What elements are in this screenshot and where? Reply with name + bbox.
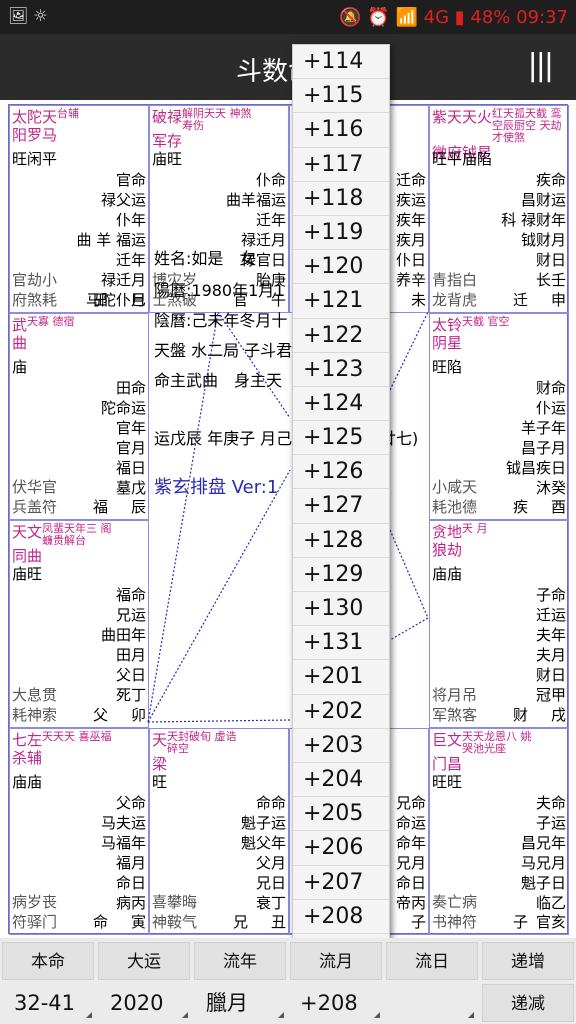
dropdown-option[interactable]: +203 [293, 729, 389, 763]
dropdown-arrow-icon [86, 1012, 92, 1018]
dropdown-option[interactable]: +120 [293, 250, 389, 285]
dropdown-option[interactable]: +115 [293, 79, 389, 114]
dropdown-arrow-icon [182, 1012, 188, 1018]
san-fang-lines [147, 310, 429, 723]
liuyue-dropdown-list[interactable]: +114 +115 +116 +117 +118 +119 +120 +121 +122 +123… [292, 44, 390, 958]
dropdown-option[interactable]: +204 [293, 763, 389, 798]
dropdown-arrow-icon [468, 1012, 474, 1018]
dropdown-option[interactable]: +121 [293, 284, 389, 319]
dropdown-option[interactable]: +208 [293, 900, 389, 934]
dropdown-option[interactable]: +125 [293, 421, 389, 456]
month-select[interactable]: 臘月 [206, 984, 286, 1022]
dropdown-option[interactable]: +118 [293, 182, 389, 216]
dropdown-option[interactable]: +131 [293, 626, 389, 661]
liuri-select[interactable] [394, 984, 476, 1022]
liunian-button[interactable]: 流年 [194, 942, 286, 980]
dropdown-option[interactable]: +114 [293, 45, 389, 80]
dayun-button[interactable]: 大运 [98, 942, 190, 980]
liuri-button[interactable]: 流日 [386, 942, 478, 980]
year-select[interactable]: 2020 [110, 984, 190, 1022]
dropdown-option[interactable]: +129 [293, 558, 389, 592]
decrement-button[interactable]: 递减 [482, 984, 574, 1022]
benming-button[interactable]: 本命 [2, 942, 94, 980]
liuyue-select[interactable]: +208 [300, 984, 382, 1022]
dropdown-option[interactable]: +116 [293, 113, 389, 148]
dropdown-option[interactable]: +128 [293, 524, 389, 558]
dropdown-option[interactable]: +124 [293, 387, 389, 422]
dropdown-arrow-icon [278, 1012, 284, 1018]
dropdown-option[interactable]: +206 [293, 831, 389, 866]
dropdown-option[interactable]: +130 [293, 592, 389, 627]
dayun-select[interactable]: 32-41 [14, 984, 94, 1022]
dropdown-option[interactable]: +201 [293, 660, 389, 695]
dropdown-option[interactable]: +119 [293, 216, 389, 251]
dropdown-option[interactable]: +202 [293, 695, 389, 729]
liuyue-button[interactable]: 流月 [290, 942, 382, 980]
dropdown-option[interactable]: +205 [293, 797, 389, 832]
dropdown-option[interactable]: +207 [293, 866, 389, 900]
dropdown-option[interactable]: +127 [293, 489, 389, 524]
dropdown-option[interactable]: +126 [293, 455, 389, 490]
increment-button[interactable]: 递增 [482, 942, 574, 980]
dropdown-option[interactable]: +122 [293, 319, 389, 353]
dropdown-arrow-icon [374, 1012, 380, 1018]
dropdown-option[interactable]: +117 [293, 148, 389, 182]
dropdown-option[interactable]: +123 [293, 353, 389, 387]
